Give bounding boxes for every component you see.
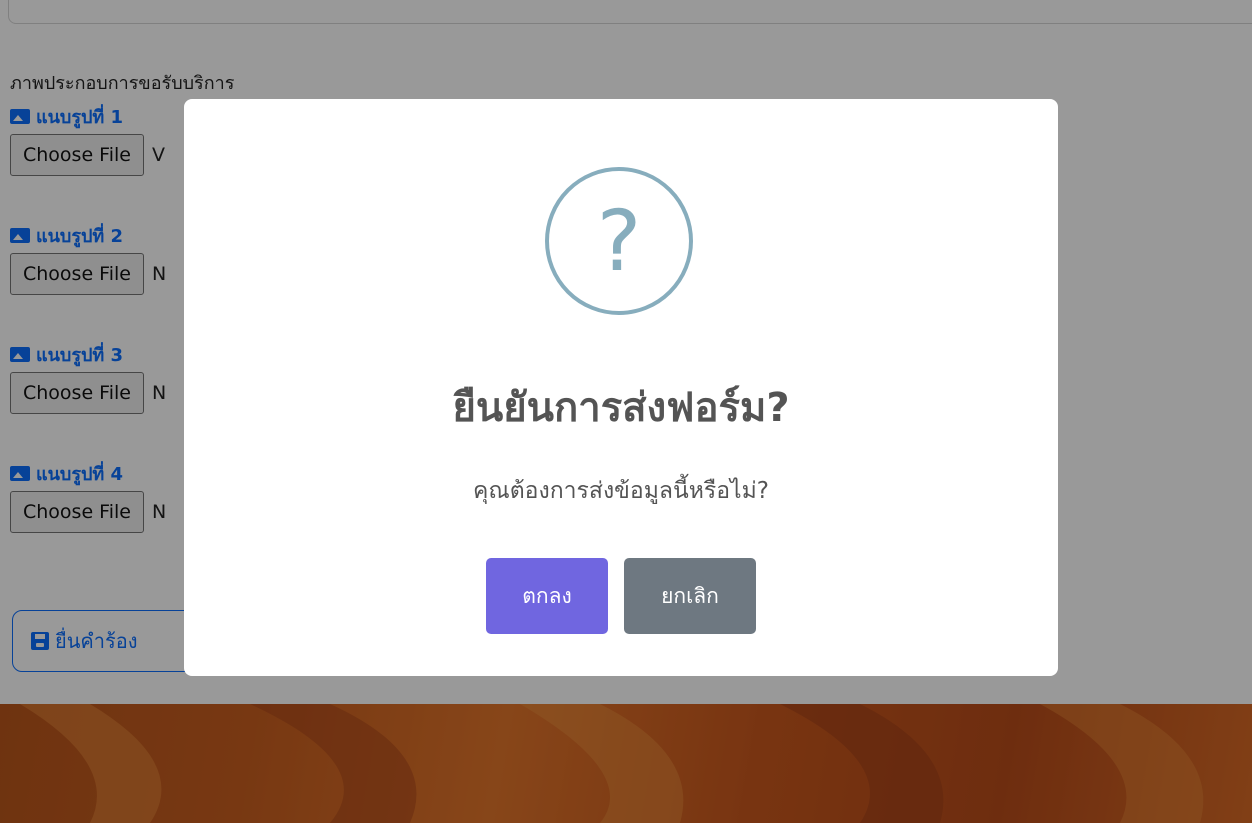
- dialog-actions: ตกลง ยกเลิก: [184, 558, 1058, 634]
- cancel-button[interactable]: ยกเลิก: [624, 558, 756, 634]
- page: ภาพประกอบการขอรับบริการ แนบรูปที่ 1 Choo…: [0, 0, 1252, 823]
- dialog-message: คุณต้องการส่งข้อมูลนี้หรือไม่?: [473, 478, 769, 504]
- question-glyph: ?: [596, 192, 642, 290]
- question-icon: ?: [545, 167, 693, 315]
- confirm-button[interactable]: ตกลง: [486, 558, 608, 634]
- dialog-title: ยืนยันการส่งฟอร์ม?: [452, 385, 790, 431]
- confirm-dialog: ? ยืนยันการส่งฟอร์ม? คุณต้องการส่งข้อมูล…: [184, 99, 1058, 676]
